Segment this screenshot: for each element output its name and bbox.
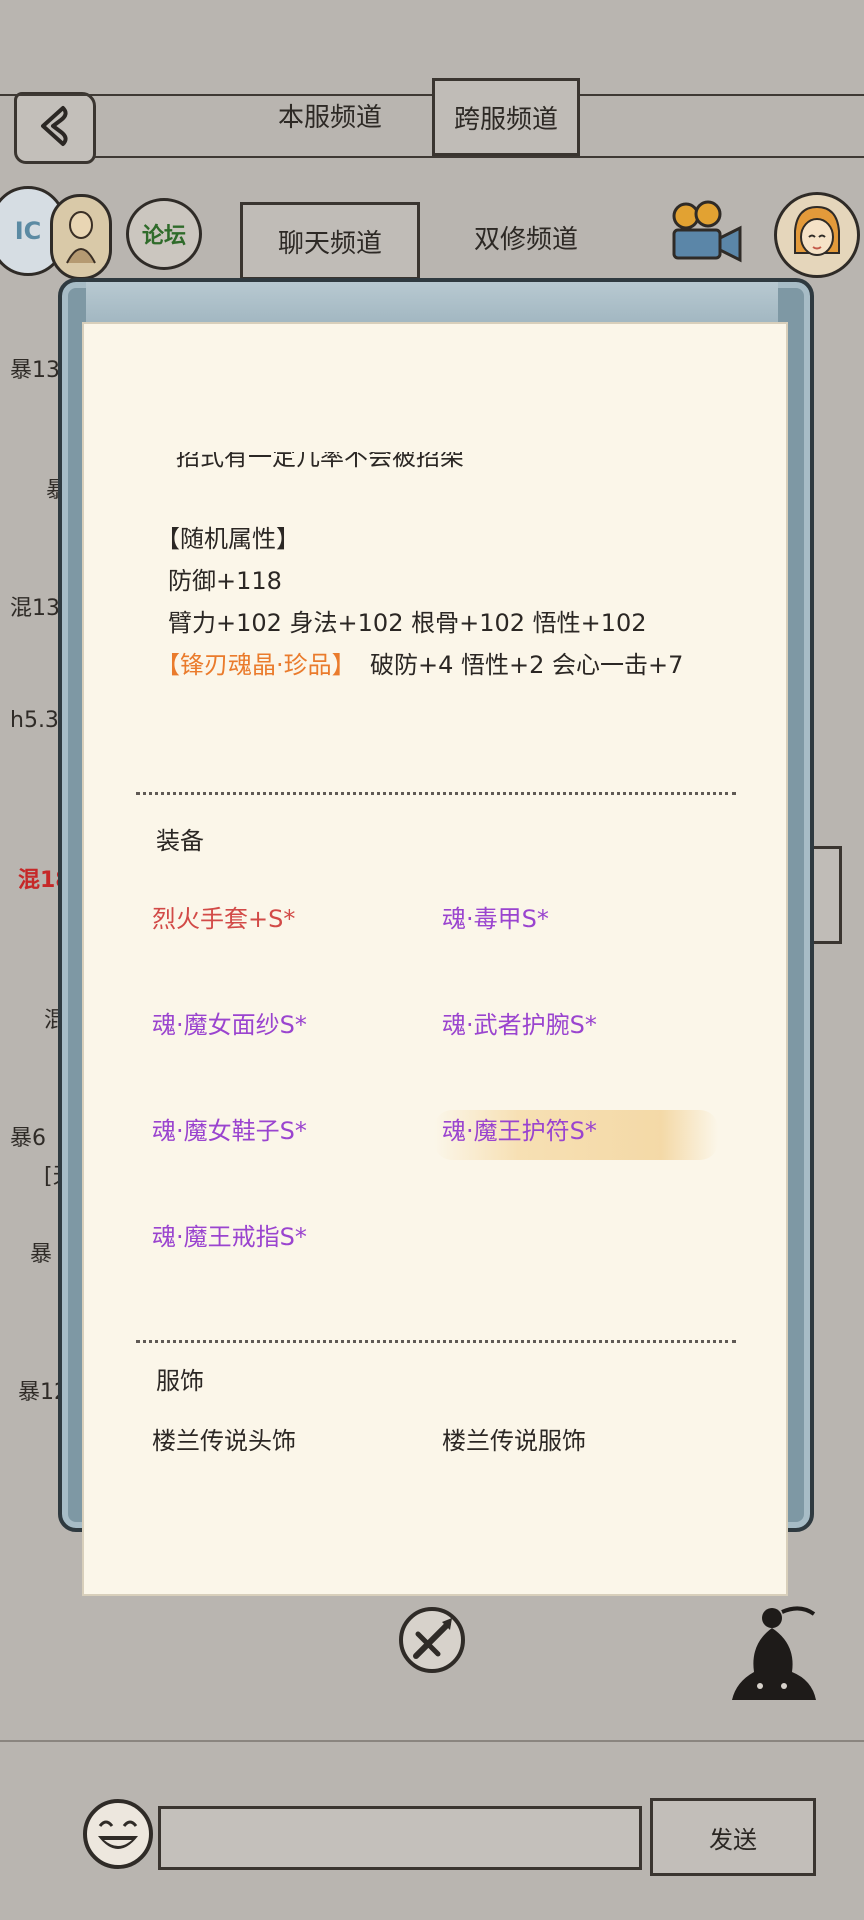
close-sword-icon (396, 1607, 468, 1680)
character-avatar-small[interactable] (50, 194, 112, 280)
chat-fragment: 混13 (10, 596, 60, 621)
camera-icon (664, 200, 744, 270)
tab-chat-channel[interactable]: 聊天频道 (240, 202, 420, 280)
gem-name: 【锋刃魂晶·珍品】 (156, 651, 356, 679)
equip-item[interactable]: 魂·魔王戒指S* (152, 1220, 307, 1254)
meditate-button[interactable] (724, 1600, 824, 1710)
meditating-figure-icon (724, 1606, 824, 1714)
emoji-button[interactable] (80, 1796, 156, 1872)
chat-fragment: 暴13 (10, 358, 60, 383)
chat-fragment: 暴6 (10, 1126, 46, 1151)
equip-item[interactable]: 魂·魔女鞋子S* (152, 1114, 307, 1148)
equip-item[interactable]: 魂·武者护腕S* (442, 1008, 597, 1042)
tab-local-server[interactable]: 本服频道 (256, 88, 404, 142)
back-arrow-icon (35, 104, 75, 152)
back-button[interactable] (14, 92, 96, 164)
section-divider (136, 1340, 736, 1343)
gem-effect: 破防+4 悟性+2 会心一击+7 (370, 651, 684, 679)
forum-label: 论坛 (141, 224, 186, 249)
camera-ic-icon: IC (14, 217, 42, 245)
costume-item[interactable]: 楼兰传说头饰 (152, 1424, 296, 1458)
equip-item[interactable]: 魂·魔王护符S* (442, 1114, 597, 1148)
chat-input[interactable] (158, 1806, 642, 1870)
header-divider (94, 156, 864, 158)
equip-item[interactable]: 魂·毒甲S* (442, 902, 549, 936)
costume-title: 服饰 (156, 1367, 204, 1395)
camera-button[interactable] (664, 198, 744, 266)
item-detail-panel: 招式有一定几率不会被招架 【随机属性】 防御+118 臂力+102 身法+102… (82, 322, 788, 1596)
avatar-icon (61, 205, 101, 269)
section-divider (136, 792, 736, 795)
laughing-face-icon (80, 1799, 156, 1876)
user-avatar-button[interactable] (774, 192, 860, 278)
costume-item[interactable]: 楼兰传说服饰 (442, 1424, 586, 1458)
tab-cross-server[interactable]: 跨服频道 (432, 78, 580, 156)
tab-dual-cultivation[interactable]: 双修频道 (450, 210, 602, 264)
equip-item[interactable]: 烈火手套+S* (152, 902, 295, 936)
equipment-title: 装备 (156, 827, 204, 855)
attr-defense: 防御+118 (168, 567, 282, 595)
attr-stats: 臂力+102 身法+102 根骨+102 悟性+102 (168, 609, 647, 637)
girl-avatar-icon (785, 201, 849, 269)
truncated-skill-text: 招式有一定几率不会被招架 (176, 443, 464, 471)
equip-item[interactable]: 魂·魔女面纱S* (152, 1008, 307, 1042)
bottom-divider (0, 1740, 864, 1742)
forum-button[interactable]: 论坛 (126, 198, 202, 270)
chat-fragment: 暴 (30, 1242, 53, 1267)
send-button[interactable]: 发送 (650, 1798, 816, 1876)
close-button[interactable] (396, 1604, 468, 1676)
chat-fragment: h5.3 (10, 708, 59, 733)
random-attr-title: 【随机属性】 (156, 525, 300, 553)
